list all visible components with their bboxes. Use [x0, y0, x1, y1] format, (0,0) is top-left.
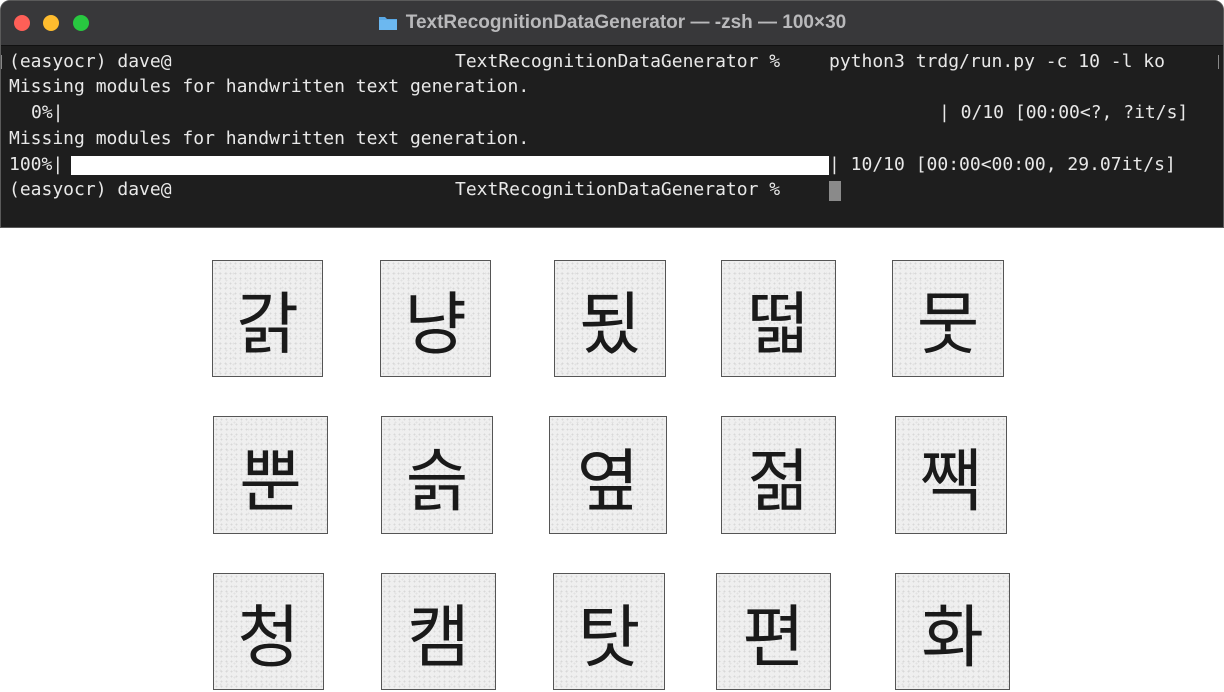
prompt-user: (easyocr) dave@ — [9, 51, 172, 72]
warning-line-1: Missing modules for handwritten text gen… — [9, 76, 530, 97]
window-title-area: TextRecognitionDataGenerator — -zsh — 10… — [1, 1, 1223, 45]
sample-image: 됬 — [554, 260, 666, 377]
progress1-percent: 0%| — [31, 102, 64, 123]
sample-image: 청 — [213, 573, 324, 690]
selection-mark-left — [1, 55, 5, 69]
progress1-stats: | 0/10 [00:00<?, ?it/s] — [939, 102, 1189, 123]
terminal-output[interactable]: (easyocr) dave@ TextRecognitionDataGener… — [1, 46, 1223, 227]
folder-icon — [378, 15, 398, 31]
prompt-directory: TextRecognitionDataGenerator % — [455, 51, 781, 72]
sample-image: 탓 — [553, 573, 665, 690]
sample-image: 짹 — [895, 416, 1007, 534]
command-text: python3 trdg/run.py -c 10 -l ko — [829, 51, 1165, 72]
sample-image: 냥 — [380, 260, 491, 377]
terminal-cursor — [829, 181, 841, 201]
progress2-percent: 100%| — [9, 154, 64, 175]
progress2-stats: | 10/10 [00:00<00:00, 29.07it/s] — [829, 154, 1176, 175]
sample-image: 캠 — [381, 573, 496, 690]
warning-line-2: Missing modules for handwritten text gen… — [9, 128, 530, 149]
sample-image: 갉 — [212, 260, 323, 377]
sample-image: 화 — [895, 573, 1010, 690]
sample-image: 뭇 — [892, 260, 1004, 377]
sample-image: 뿐 — [213, 416, 328, 534]
window-title: TextRecognitionDataGenerator — -zsh — 10… — [405, 12, 847, 33]
selection-mark-right — [1215, 55, 1219, 69]
progress-bar — [71, 156, 829, 175]
sample-image: 편 — [716, 573, 831, 690]
sample-image: 옆 — [549, 416, 667, 534]
terminal-window: TextRecognitionDataGenerator — -zsh — 10… — [0, 0, 1224, 228]
title-bar[interactable]: TextRecognitionDataGenerator — -zsh — 10… — [1, 1, 1223, 46]
prompt-directory-2: TextRecognitionDataGenerator % — [455, 179, 781, 200]
prompt-user-2: (easyocr) dave@ — [9, 179, 172, 200]
sample-image: 떫 — [721, 260, 836, 377]
sample-image: 젊 — [721, 416, 836, 534]
sample-image: 슭 — [381, 416, 493, 534]
